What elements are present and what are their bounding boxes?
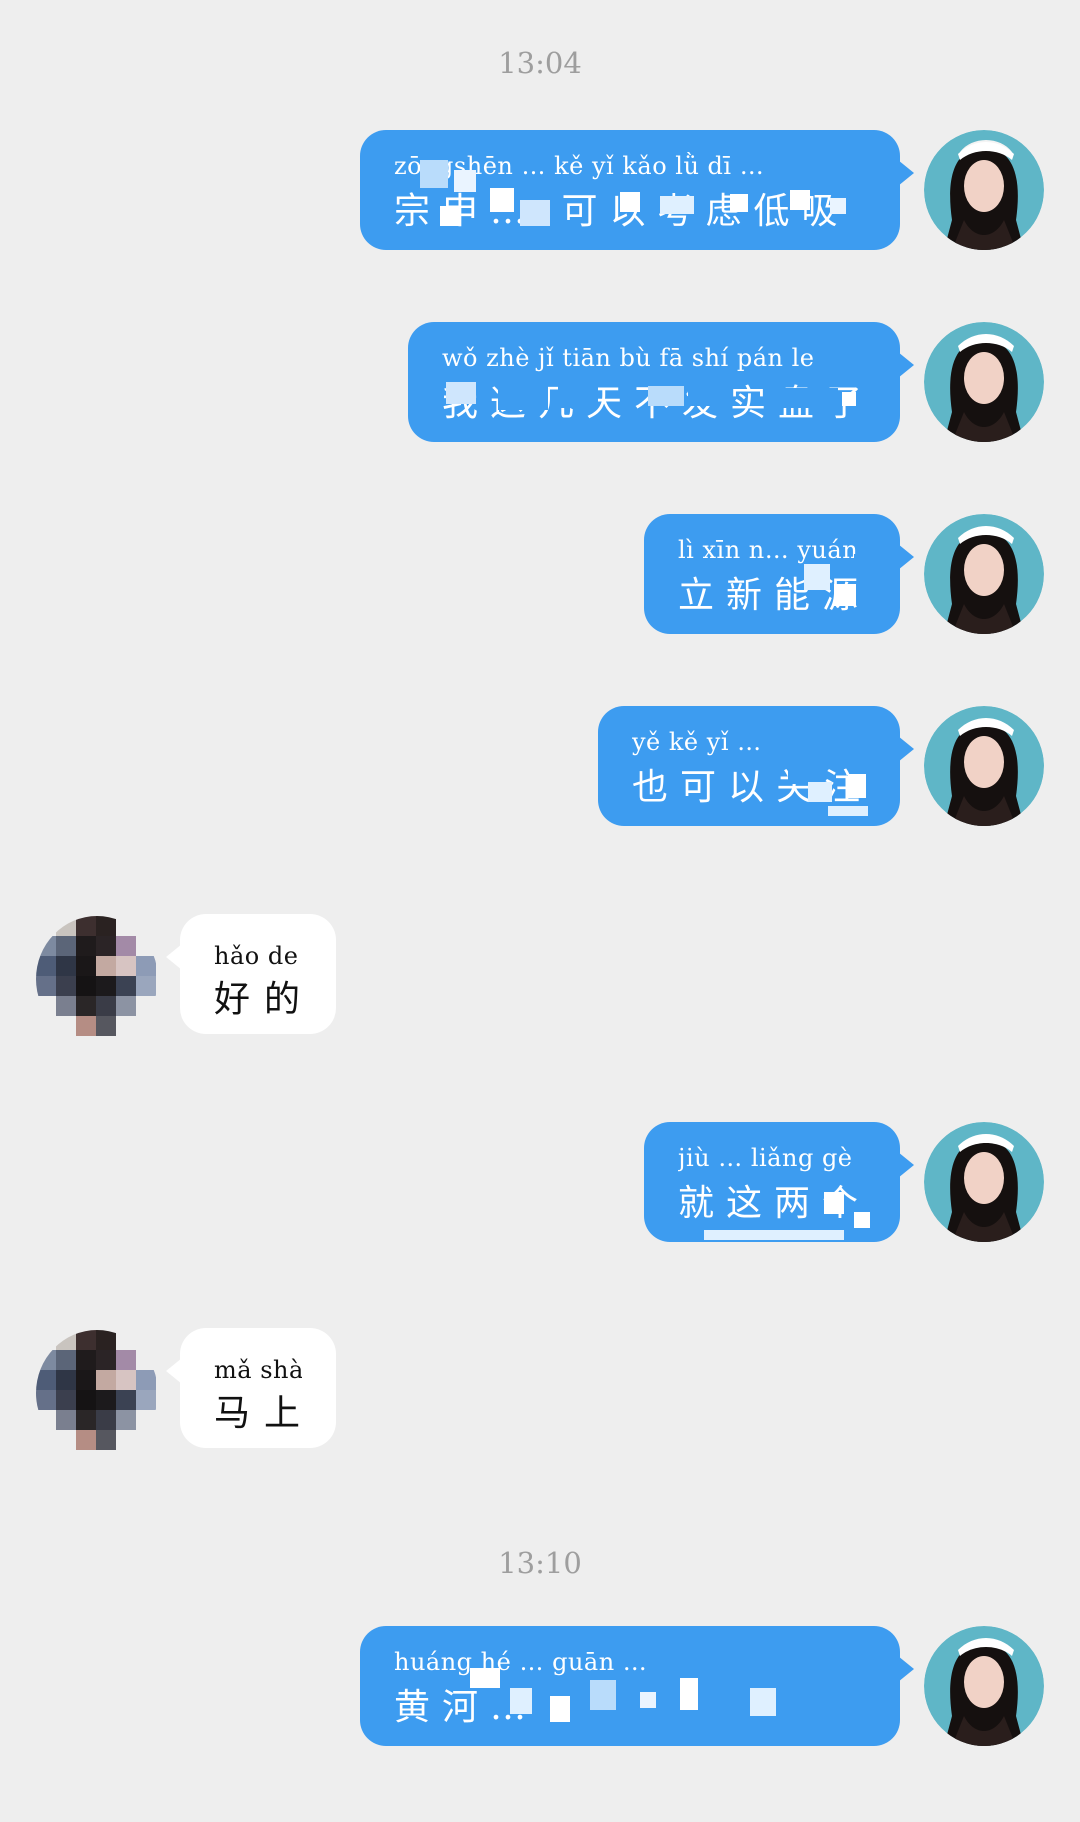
message-row-outgoing: zōngshēn … kě yǐ kǎo lǜ dī … 宗申… 可以考虑低吸 — [0, 130, 1080, 250]
bubble-tail — [898, 1656, 914, 1682]
pinyin-text: hǎo de — [214, 942, 299, 970]
message-text: 马上 — [214, 1393, 302, 1434]
illustrated-girl-avatar-icon — [924, 706, 1044, 826]
illustrated-girl-avatar-icon — [924, 322, 1044, 442]
chat-bubble-outgoing[interactable]: zōngshēn … kě yǐ kǎo lǜ dī … 宗申… 可以考虑低吸 — [360, 130, 914, 250]
bubble-tail — [898, 160, 914, 186]
timestamp: 13:04 — [498, 46, 582, 80]
chat-bubble-outgoing[interactable]: wǒ zhè jǐ tiān bù fā shí pán le 我这几天不发实盘… — [408, 322, 914, 442]
message-text: 宗申… 可以考虑低吸 — [394, 191, 850, 232]
illustrated-girl-avatar-icon — [924, 1122, 1044, 1242]
chat-bubble-outgoing[interactable]: huáng hé … guān … 黄河… — [360, 1626, 914, 1746]
pinyin-text: wǒ zhè jǐ tiān bù fā shí pán le — [442, 344, 815, 372]
pinyin-text: jiù … liǎng gè — [678, 1144, 853, 1172]
message-row-outgoing: yě kě yǐ … 也可以关注 — [0, 706, 1080, 826]
pinyin-text: mǎ shàng — [214, 1356, 302, 1384]
message-row-outgoing: huáng hé … guān … 黄河… — [0, 1626, 1080, 1746]
pinyin-text: lì xīn n… yuán — [678, 536, 859, 564]
chat-bubble-outgoing[interactable]: yě kě yǐ … 也可以关注 — [598, 706, 914, 826]
message-text: 立新能源 — [678, 575, 866, 616]
chat-bubble-incoming[interactable]: mǎ shàng 马上 — [166, 1328, 336, 1448]
message-row-outgoing: lì xīn n… yuán 立新能源 — [0, 514, 1080, 634]
self-avatar-icon[interactable] — [924, 130, 1044, 250]
self-avatar-icon[interactable] — [924, 1122, 1044, 1242]
timestamp: 13:10 — [498, 1546, 582, 1580]
chat-bubble-outgoing[interactable]: jiù … liǎng gè 就这两个 — [644, 1122, 914, 1242]
illustrated-girl-avatar-icon — [924, 130, 1044, 250]
other-avatar-icon[interactable] — [36, 916, 158, 1042]
message-row-incoming: mǎ shàng 马上 — [0, 1328, 1080, 1456]
bubble-tail — [898, 544, 914, 570]
pixelated-photo-avatar-icon — [36, 1330, 158, 1456]
pixelated-photo-avatar-icon — [36, 916, 158, 1042]
self-avatar-icon[interactable] — [924, 1626, 1044, 1746]
pinyin-text: zōngshēn … kě yǐ kǎo lǜ dī … — [394, 152, 765, 180]
bubble-tail — [166, 1358, 182, 1384]
chat-bubble-incoming[interactable]: hǎo de 好的 — [166, 914, 336, 1034]
self-avatar-icon[interactable] — [924, 322, 1044, 442]
bubble-tail — [898, 1152, 914, 1178]
message-text: 黄河… — [394, 1687, 539, 1728]
other-avatar-icon[interactable] — [36, 1330, 158, 1456]
message-row-outgoing: wǒ zhè jǐ tiān bù fā shí pán le 我这几天不发实盘… — [0, 322, 1080, 442]
bubble-tail — [166, 944, 182, 970]
pinyin-text: yě kě yǐ … — [632, 728, 762, 756]
message-text: 我这几天不发实盘了 — [442, 383, 866, 424]
bubble-tail — [898, 352, 914, 378]
self-avatar-icon[interactable] — [924, 514, 1044, 634]
illustrated-girl-avatar-icon — [924, 514, 1044, 634]
bubble-tail — [898, 736, 914, 762]
chat-bubble-outgoing[interactable]: lì xīn n… yuán 立新能源 — [644, 514, 914, 634]
message-row-incoming: hǎo de 好的 — [0, 914, 1080, 1042]
message-row-outgoing: jiù … liǎng gè 就这两个 — [0, 1122, 1080, 1242]
message-text: 好的 — [214, 979, 302, 1020]
illustrated-girl-avatar-icon — [924, 1626, 1044, 1746]
message-text: 也可以关注 — [632, 767, 866, 808]
pinyin-text: huáng hé … guān … — [394, 1648, 648, 1676]
message-text: 就这两个 — [678, 1183, 866, 1224]
self-avatar-icon[interactable] — [924, 706, 1044, 826]
